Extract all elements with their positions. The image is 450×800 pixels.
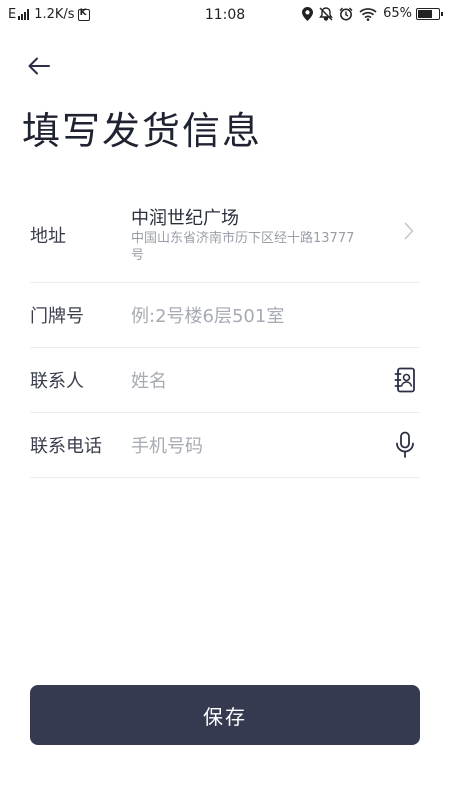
door-number-label: 门牌号 [30,306,84,327]
contact-label: 联系人 [30,371,84,392]
phone-input[interactable]: 手机号码 [131,432,203,458]
back-button[interactable] [22,50,56,82]
status-right: 65% [302,6,443,21]
wifi-icon [359,7,377,21]
microphone-icon[interactable] [392,431,418,459]
location-icon [302,6,314,21]
phone-row: 联系电话 手机号码 [30,413,420,478]
page-title: 填写发货信息 [22,109,263,153]
chevron-right-icon [404,222,414,240]
address-row[interactable]: 地址 中润世纪广场 中国山东省济南市历下区经十路13777号 [30,190,420,283]
contacts-book-icon[interactable] [392,366,418,394]
door-number-input[interactable]: 例:2号楼6层501室 [131,302,284,328]
door-number-row: 门牌号 例:2号楼6层501室 [30,283,420,348]
battery-percent: 65% [383,6,412,21]
save-button[interactable]: 保存 [30,685,420,745]
battery-icon [416,7,443,20]
address-label: 地址 [30,226,66,247]
alarm-icon [339,7,353,21]
address-detail: 中国山东省济南市历下区经十路13777号 [131,231,355,263]
phone-label: 联系电话 [30,436,102,457]
shipping-form: 地址 中润世纪广场 中国山东省济南市历下区经十路13777号 门牌号 例:2号楼… [30,190,420,478]
status-bar: E 1.2K/s 11:08 65% [0,0,450,32]
contact-row: 联系人 姓名 [30,348,420,413]
contact-name-input[interactable]: 姓名 [131,367,167,393]
mute-icon [319,6,333,21]
arrow-left-icon [28,57,50,75]
address-name: 中润世纪广场 [131,208,239,229]
